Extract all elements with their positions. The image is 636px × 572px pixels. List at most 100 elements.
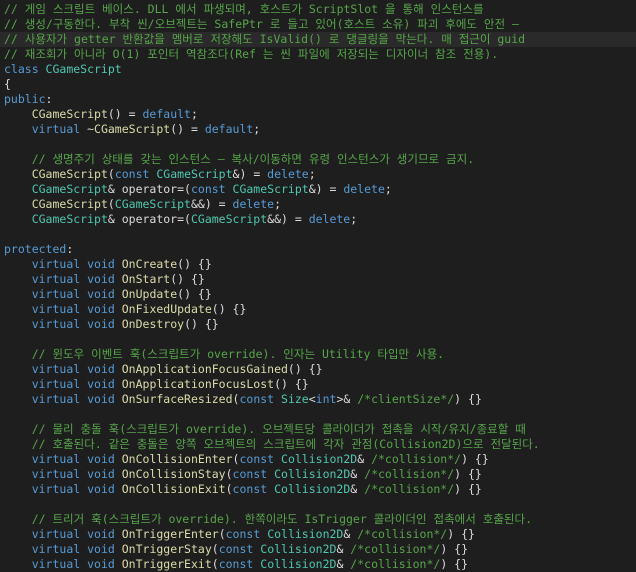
keyword: virtual — [31, 542, 81, 556]
code-text: &&) = — [190, 197, 233, 211]
code-line[interactable]: { — [4, 77, 11, 92]
code-line[interactable]: virtual void OnTriggerEnter(const Collis… — [4, 527, 475, 542]
function-name: OnCollisionStay — [121, 467, 226, 481]
code-line[interactable]: CGameScript(CGameScript&&) = delete; — [4, 197, 281, 212]
function-name: OnCreate — [121, 257, 178, 271]
comment: // 사용자가 getter 반환값을 멤버로 저장해도 IsValid() 로… — [4, 32, 526, 46]
code-line[interactable]: virtual ~CGameScript() = default; — [4, 122, 261, 137]
code-line[interactable]: virtual void OnCollisionEnter(const Coll… — [4, 452, 489, 467]
comment: /*clientSize*/ — [357, 392, 455, 406]
code-text: & — [350, 467, 365, 481]
current-code-line[interactable]: // 사용자가 getter 반환값을 멤버로 저장해도 IsValid() 로… — [0, 32, 636, 47]
keyword: virtual — [31, 482, 81, 496]
keyword: virtual — [31, 392, 81, 406]
code-text: ) {} — [447, 527, 475, 541]
function-name: OnUpdate — [121, 287, 178, 301]
code-line[interactable]: CGameScript& operator=(const CGameScript… — [4, 182, 392, 197]
code-text: ; — [350, 212, 358, 226]
code-line[interactable]: virtual void OnApplicationFocusLost() {} — [4, 377, 309, 392]
code-editor[interactable]: // 게임 스크립트 베이스. DLL 에서 파생되며, 호스트가 Script… — [0, 0, 636, 572]
keyword: const — [218, 557, 254, 571]
code-line[interactable]: // 물리 충돌 훅(스크립트가 override). 오브젝트당 콜라이더가 … — [4, 422, 526, 437]
comment: // 생성/구동한다. 부착 씬/오브젝트는 SafePtr 로 들고 있어(호… — [4, 17, 519, 31]
code-text: ; — [384, 182, 392, 196]
code-text: &&) = — [267, 212, 309, 226]
comment: /*collision*/ — [371, 452, 462, 466]
keyword: delete — [267, 167, 309, 181]
type-name: Collision2D — [274, 482, 351, 496]
code-line[interactable]: virtual void OnApplicationFocusGained() … — [4, 362, 323, 377]
comment: // 호출된다. 같은 충돌은 양쪽 오브젝트의 스크립트에 각자 관점(Col… — [31, 437, 540, 451]
code-line[interactable]: // 재조회가 아니라 O(1) 포인터 역참조다(Ref 는 씬 파일에 저장… — [4, 47, 498, 62]
keyword: delete — [343, 182, 385, 196]
keyword: virtual — [31, 257, 81, 271]
code-line[interactable]: CGameScript(const CGameScript&) = delete… — [4, 167, 316, 182]
function-name: OnFixedUpdate — [121, 302, 212, 316]
code-text: ) {} — [440, 542, 469, 556]
keyword: void — [87, 452, 115, 466]
code-line[interactable]: virtual void OnUpdate() {} — [4, 287, 212, 302]
type-name: Collision2D — [260, 542, 337, 556]
code-text: & operator=( — [107, 182, 191, 196]
comment: /*collision*/ — [350, 557, 441, 571]
code-line[interactable]: virtual void OnDestroy() {} — [4, 317, 219, 332]
code-text: ; — [253, 122, 261, 136]
keyword: void — [87, 557, 115, 571]
code-text: & — [343, 527, 358, 541]
code-text: () {} — [287, 362, 323, 376]
code-text: ( — [225, 467, 233, 481]
code-line[interactable]: CGameScript() = default; — [4, 107, 198, 122]
code-line[interactable]: class CGameScript — [4, 62, 122, 77]
code-line[interactable]: virtual void OnTriggerExit(const Collisi… — [4, 557, 468, 572]
type-name: Size — [281, 392, 309, 406]
code-line[interactable]: virtual void OnStart() {} — [4, 272, 205, 287]
comment: // 윈도우 이벤트 훅(스크립트가 override). 인자는 Utilit… — [31, 347, 445, 361]
code-line[interactable]: virtual void OnCreate() {} — [4, 257, 212, 272]
code-text: () {} — [184, 317, 219, 331]
keyword: void — [87, 362, 115, 376]
code-text: ; — [274, 197, 282, 211]
code-text: () = — [170, 122, 205, 136]
code-line[interactable]: // 게임 스크립트 베이스. DLL 에서 파생되며, 호스트가 Script… — [4, 2, 484, 17]
keyword: const — [218, 542, 254, 556]
code-line[interactable]: // 윈도우 이벤트 훅(스크립트가 override). 인자는 Utilit… — [4, 347, 444, 362]
code-text: &) = — [232, 167, 268, 181]
code-text: ) {} — [454, 482, 482, 496]
code-line[interactable]: // 호출된다. 같은 충돌은 양쪽 오브젝트의 스크립트에 각자 관점(Col… — [4, 437, 540, 452]
code-line[interactable]: virtual void OnSurfaceResized(const Size… — [4, 392, 482, 407]
code-text: () {} — [170, 272, 205, 286]
code-text: ( — [218, 527, 226, 541]
code-line[interactable]: virtual void OnCollisionExit(const Colli… — [4, 482, 482, 497]
code-line[interactable]: // 트리거 훅(스크립트가 override). 한쪽이라도 IsTrigge… — [4, 512, 532, 527]
keyword: void — [87, 392, 115, 406]
function-name: CGameScript — [31, 197, 108, 211]
code-line[interactable]: // 생성/구동한다. 부착 씬/오브젝트는 SafePtr 로 들고 있어(호… — [4, 17, 519, 32]
keyword: void — [87, 257, 115, 271]
keyword: void — [87, 377, 115, 391]
code-line[interactable]: public: — [4, 92, 52, 107]
code-line[interactable]: CGameScript& operator=(CGameScript&&) = … — [4, 212, 357, 227]
code-line[interactable]: virtual void OnCollisionStay(const Colli… — [4, 467, 482, 482]
code-text: ) {} — [454, 392, 482, 406]
code-line[interactable]: // 생명주기 상태를 갖는 인스턴스 — 복사/이동하면 유령 인스턴스가 생… — [4, 152, 474, 167]
code-text: ( — [107, 197, 115, 211]
code-line[interactable]: protected: — [4, 242, 73, 257]
type-name: CGameScript — [156, 167, 233, 181]
code-line[interactable]: virtual void OnFixedUpdate() {} — [4, 302, 247, 317]
code-line[interactable]: virtual void OnTriggerStay(const Collisi… — [4, 542, 468, 557]
code-text: ( — [225, 482, 233, 496]
type-name: CGameScript — [31, 212, 108, 226]
